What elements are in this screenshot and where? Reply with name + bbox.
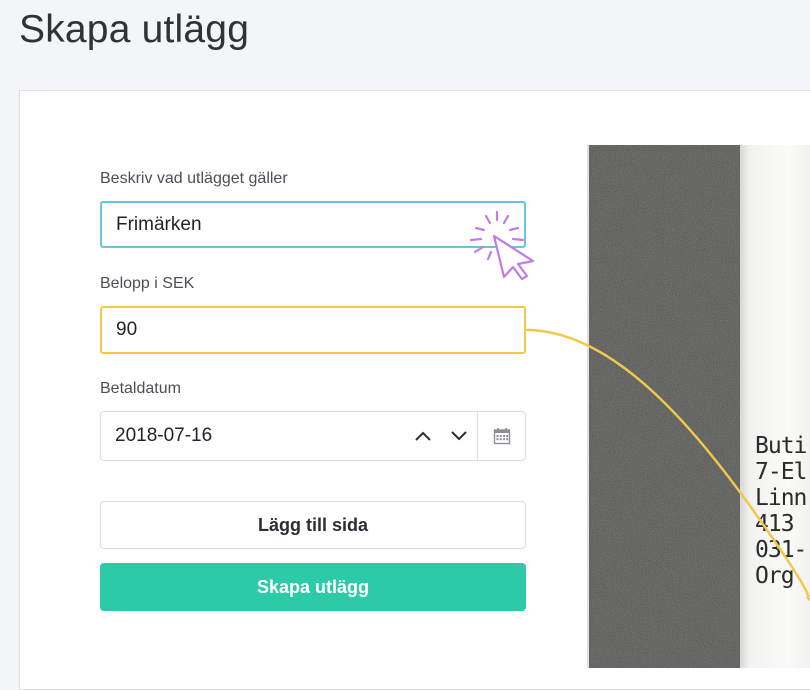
receipt-line: Buti <box>755 433 807 459</box>
date-input[interactable]: 2018-07-16 <box>100 411 526 461</box>
description-label: Beskriv vad utlägget gäller <box>100 170 288 187</box>
amount-input[interactable]: 90 <box>100 306 526 354</box>
chevron-down-icon[interactable] <box>441 412 477 460</box>
receipt-line: Linn <box>755 485 807 511</box>
add-page-button[interactable]: Lägg till sida <box>100 501 526 549</box>
receipt-line: 413 <box>755 511 795 537</box>
description-value: Frimärken <box>116 213 202 235</box>
receipt-paper <box>740 145 810 668</box>
receipt-image: Buti 7-El Linn 413 031- Org <box>587 145 810 668</box>
chevron-up-icon[interactable] <box>405 412 441 460</box>
amount-label: Belopp i SEK <box>100 275 195 292</box>
receipt-line: 7-El <box>755 459 807 485</box>
receipt-line: Org <box>755 563 795 589</box>
receipt-line: 031- <box>755 537 807 563</box>
create-expense-button[interactable]: Skapa utlägg <box>100 563 526 611</box>
amount-value: 90 <box>116 319 138 340</box>
date-label: Betaldatum <box>100 380 181 397</box>
calendar-icon[interactable] <box>477 412 525 460</box>
description-input[interactable]: Frimärken <box>100 201 526 248</box>
date-value: 2018-07-16 <box>115 425 213 446</box>
page-title: Skapa utlägg <box>19 8 250 51</box>
